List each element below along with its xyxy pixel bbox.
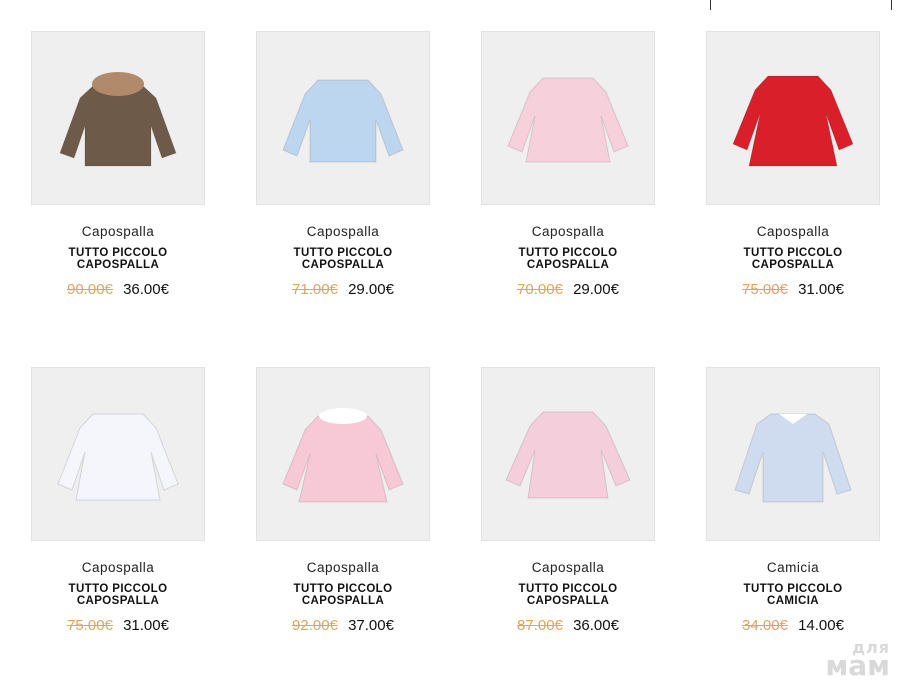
product-price: 75.00€ 31.00€ <box>706 281 880 298</box>
sale-price: 36.00€ <box>123 281 169 298</box>
product-image[interactable] <box>706 31 880 205</box>
product-card[interactable]: Capospalla TUTTO PICCOLO CAPOSPALLA 90.0… <box>31 31 205 298</box>
product-category: Capospalla <box>531 224 605 239</box>
old-price: 90.00€ <box>67 281 113 298</box>
product-category: Capospalla <box>756 224 830 239</box>
product-image[interactable] <box>481 31 655 205</box>
product-card[interactable]: Capospalla TUTTO PICCOLO CAPOSPALLA 92.0… <box>256 367 430 634</box>
product-card[interactable]: Capospalla TUTTO PICCOLO CAPOSPALLA 87.0… <box>481 367 655 634</box>
product-card[interactable]: Capospalla TUTTO PICCOLO CAPOSPALLA 75.0… <box>31 367 205 634</box>
product-name[interactable]: TUTTO PICCOLO CAPOSPALLA <box>706 246 880 272</box>
coat-image <box>505 411 631 499</box>
product-image[interactable] <box>481 367 655 541</box>
product-name[interactable]: TUTTO PICCOLO CAPOSPALLA <box>256 582 430 608</box>
sale-price: 36.00€ <box>573 617 619 634</box>
product-category: Capospalla <box>306 224 380 239</box>
product-category: Camicia <box>766 560 820 575</box>
product-category: Capospalla <box>81 560 155 575</box>
shirt-image <box>734 413 852 503</box>
sale-price: 37.00€ <box>348 617 394 634</box>
old-price: 87.00€ <box>517 617 563 634</box>
coat-image <box>282 79 404 163</box>
product-card[interactable]: Capospalla TUTTO PICCOLO CAPOSPALLA 71.0… <box>256 31 430 298</box>
product-name[interactable]: TUTTO PICCOLO CAMICIA <box>706 582 880 608</box>
product-image[interactable] <box>256 367 430 541</box>
product-grid: Capospalla TUTTO PICCOLO CAPOSPALLA 90.0… <box>0 0 904 690</box>
product-price: 75.00€ 31.00€ <box>31 617 205 634</box>
product-card[interactable]: Camicia TUTTO PICCOLO CAMICIA 34.00€ 14.… <box>706 367 880 634</box>
product-price: 71.00€ 29.00€ <box>256 281 430 298</box>
product-image[interactable] <box>706 367 880 541</box>
product-garment <box>507 77 629 163</box>
product-garment <box>282 79 404 163</box>
product-price: 92.00€ 37.00€ <box>256 617 430 634</box>
product-name[interactable]: TUTTO PICCOLO CAPOSPALLA <box>481 582 655 608</box>
product-category: Capospalla <box>81 224 155 239</box>
product-name[interactable]: TUTTO PICCOLO CAPOSPALLA <box>256 246 430 272</box>
coat-image <box>282 408 404 503</box>
product-card[interactable]: Capospalla TUTTO PICCOLO CAPOSPALLA 75.0… <box>706 31 880 298</box>
product-name[interactable]: TUTTO PICCOLO CAPOSPALLA <box>481 246 655 272</box>
old-price: 75.00€ <box>742 281 788 298</box>
product-garment <box>732 75 854 167</box>
product-garment <box>59 85 177 167</box>
product-price: 87.00€ 36.00€ <box>481 617 655 634</box>
site-watermark: для мам <box>825 639 890 683</box>
coat-image <box>732 75 854 167</box>
coat-image <box>507 77 629 163</box>
sale-price: 31.00€ <box>798 281 844 298</box>
fur-collar <box>319 408 367 424</box>
old-price: 34.00€ <box>742 617 788 634</box>
product-name[interactable]: TUTTO PICCOLO CAPOSPALLA <box>31 582 205 608</box>
sale-price: 29.00€ <box>348 281 394 298</box>
product-price: 34.00€ 14.00€ <box>706 617 880 634</box>
product-garment <box>734 413 852 503</box>
old-price: 75.00€ <box>67 617 113 634</box>
sale-price: 31.00€ <box>123 617 169 634</box>
product-image[interactable] <box>31 367 205 541</box>
product-image[interactable] <box>31 31 205 205</box>
product-category: Capospalla <box>306 560 380 575</box>
coat-image <box>57 413 179 501</box>
product-garment <box>505 411 631 499</box>
product-card[interactable]: Capospalla TUTTO PICCOLO CAPOSPALLA 70.0… <box>481 31 655 298</box>
product-garment <box>57 413 179 501</box>
old-price: 70.00€ <box>517 281 563 298</box>
product-image[interactable] <box>256 31 430 205</box>
sale-price: 29.00€ <box>573 281 619 298</box>
fur-hood <box>92 72 144 96</box>
coat-image <box>59 72 177 167</box>
old-price: 71.00€ <box>292 281 338 298</box>
old-price: 92.00€ <box>292 617 338 634</box>
watermark-line-2: мам <box>825 649 890 683</box>
product-category: Capospalla <box>531 560 605 575</box>
product-name[interactable]: TUTTO PICCOLO CAPOSPALLA <box>31 246 205 272</box>
sale-price: 14.00€ <box>798 617 844 634</box>
product-price: 90.00€ 36.00€ <box>31 281 205 298</box>
product-price: 70.00€ 29.00€ <box>481 281 655 298</box>
product-garment <box>282 415 404 503</box>
